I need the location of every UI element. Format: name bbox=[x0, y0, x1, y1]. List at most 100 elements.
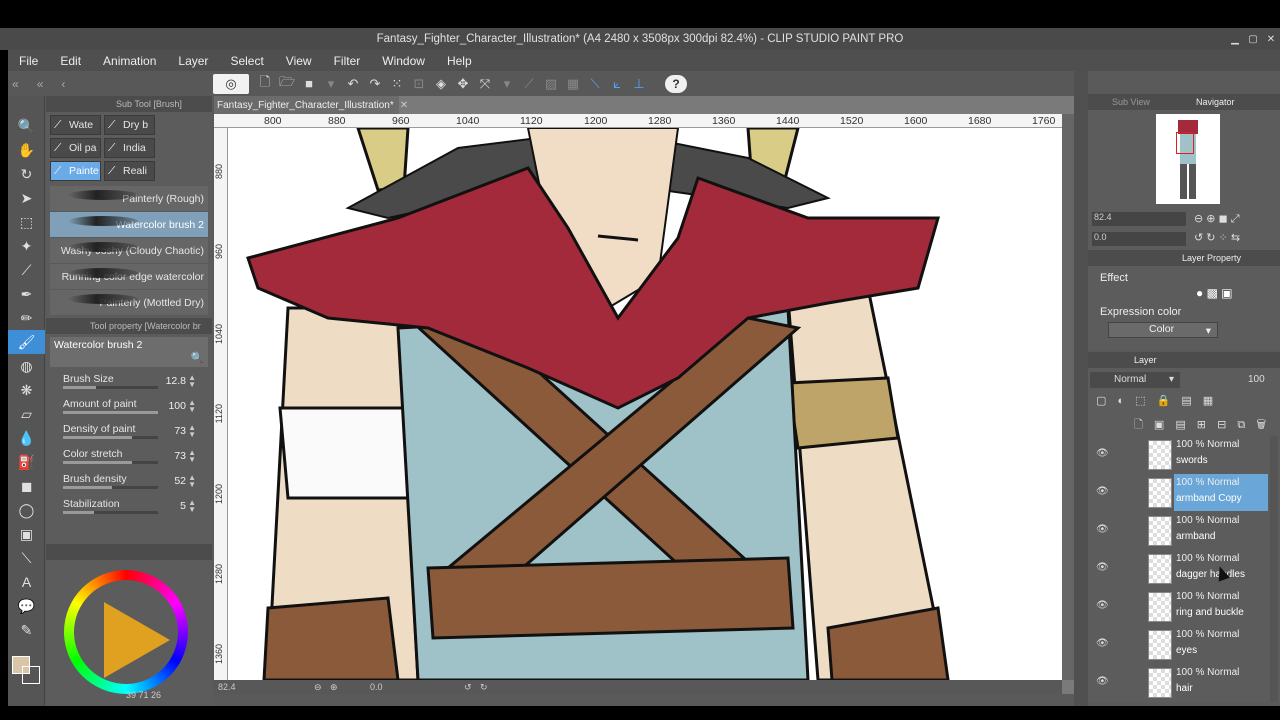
layer-list-scrollbar[interactable] bbox=[1270, 436, 1278, 702]
layer-row[interactable]: 👁 100 % Normal eyes bbox=[1096, 626, 1268, 664]
snap-special-ruler-icon[interactable]: ⟀ bbox=[607, 74, 627, 94]
menu-window[interactable]: Window bbox=[371, 54, 436, 68]
canvas-vertical-scrollbar[interactable] bbox=[1062, 114, 1074, 680]
layer-lock-toolbar[interactable]: ▢ ◐ ⬚ 🔒 ▤ ▦ bbox=[1096, 394, 1217, 407]
sub-color-swatch[interactable] bbox=[22, 666, 40, 684]
brush-tab-india[interactable]: ⟋ India bbox=[104, 138, 155, 158]
brush-tab-realistic[interactable]: ⟋ Reali bbox=[104, 161, 155, 181]
blend-tool-icon[interactable]: 💧 bbox=[8, 426, 45, 450]
brush-tool-icon[interactable]: 🖌 bbox=[8, 330, 45, 354]
navigator-zoom-buttons[interactable]: ⊖ ⊕ ◼ ⤢ bbox=[1194, 212, 1240, 226]
move-tool-icon[interactable]: ✋ bbox=[8, 138, 45, 162]
color-triangle[interactable] bbox=[104, 602, 170, 678]
airbrush-tool-icon[interactable]: ◍ bbox=[8, 354, 45, 378]
selection-tool-icon[interactable]: ⬚ bbox=[8, 210, 45, 234]
close-tab-icon[interactable]: ✕ bbox=[400, 100, 408, 111]
eye-icon[interactable]: 👁 bbox=[1096, 676, 1110, 687]
brush-tab-painterly[interactable]: ⟋ Painte bbox=[50, 161, 101, 181]
property-slider[interactable] bbox=[63, 486, 158, 489]
navigator-thumbnail[interactable] bbox=[1156, 114, 1220, 204]
property-value[interactable]: 12.8 bbox=[166, 375, 186, 387]
property-slider[interactable] bbox=[63, 411, 158, 414]
correct-line-tool-icon[interactable]: ✎ bbox=[8, 618, 45, 642]
tool-property-row[interactable]: Color stretch 73 ▲ ▼ bbox=[46, 445, 212, 470]
undo-icon[interactable]: ↶ bbox=[343, 74, 363, 94]
color-wheel[interactable] bbox=[64, 570, 188, 694]
tool-property-row[interactable]: Amount of paint 100 ▲ ▼ bbox=[46, 395, 212, 420]
property-value[interactable]: 5 bbox=[180, 500, 186, 512]
dropdown-icon-2[interactable]: ▾ bbox=[497, 74, 517, 94]
figure-tool-icon[interactable]: ◯ bbox=[8, 498, 45, 522]
tab-sub-view[interactable]: Sub View bbox=[1112, 97, 1150, 107]
search-icon[interactable]: 🔍 bbox=[191, 351, 204, 364]
spin-arrows-icon[interactable]: ▲ ▼ bbox=[188, 499, 196, 514]
snap-ruler-icon[interactable]: ⟍ bbox=[585, 74, 605, 94]
zoom-in-icon[interactable]: ⊕ bbox=[330, 682, 338, 693]
minimize-icon[interactable]: ▁ bbox=[1226, 28, 1244, 50]
crop-icon[interactable]: ⊡ bbox=[409, 74, 429, 94]
property-slider[interactable] bbox=[63, 511, 158, 514]
layer-actions-toolbar[interactable]: 🗋 ▣ ▤ ⊞ ⊟ ⧉ 🗑 bbox=[1134, 416, 1270, 435]
rotate-left-icon[interactable]: ↺ bbox=[464, 682, 472, 693]
property-value[interactable]: 73 bbox=[174, 450, 186, 462]
arrow-left-icon[interactable]: ‹ bbox=[61, 77, 65, 91]
property-slider[interactable] bbox=[63, 436, 158, 439]
auto-select-tool-icon[interactable]: ✦ bbox=[8, 234, 45, 258]
property-value[interactable]: 52 bbox=[174, 475, 186, 487]
brush-item[interactable]: Running color edge watercolor bbox=[50, 264, 208, 290]
zoom-out-icon[interactable]: ⊖ bbox=[314, 682, 322, 693]
gradient-tool-icon[interactable]: ◼ bbox=[8, 474, 45, 498]
snap-grid-icon[interactable]: ⊥ bbox=[629, 74, 649, 94]
tool-property-row[interactable]: Stabilization 5 ▲ ▼ bbox=[46, 495, 212, 520]
effect-buttons[interactable]: ● ▩ ▣ bbox=[1196, 286, 1233, 300]
layer-row[interactable]: 👁 100 % Normal hair bbox=[1096, 664, 1268, 702]
navigator-view-rect[interactable] bbox=[1176, 132, 1194, 154]
open-file-icon[interactable]: 🗁 bbox=[277, 74, 297, 94]
brush-tab-watercolor[interactable]: ⟋ Wate bbox=[50, 115, 101, 135]
eye-icon[interactable]: 👁 bbox=[1096, 448, 1110, 459]
tool-property-row[interactable]: Density of paint 73 ▲ ▼ bbox=[46, 420, 212, 445]
object-tool-icon[interactable]: ➤ bbox=[8, 186, 45, 210]
spin-arrows-icon[interactable]: ▲ ▼ bbox=[188, 374, 196, 389]
tool-property-row[interactable]: Brush Size 12.8 ▲ ▼ bbox=[46, 370, 212, 395]
spin-arrows-icon[interactable]: ▲ ▼ bbox=[188, 399, 196, 414]
disabled-tool-icon-2[interactable]: ▨ bbox=[541, 74, 561, 94]
brush-item[interactable]: Watercolor brush 2 bbox=[50, 212, 208, 238]
eye-icon[interactable]: 👁 bbox=[1096, 486, 1110, 497]
layer-row[interactable]: 👁 100 % Normal armband Copy bbox=[1096, 474, 1268, 512]
eye-icon[interactable]: 👁 bbox=[1096, 562, 1110, 573]
canvas-zoom-value[interactable]: 82.4 bbox=[218, 682, 236, 692]
eye-icon[interactable]: 👁 bbox=[1096, 524, 1110, 535]
menu-select[interactable]: Select bbox=[219, 54, 274, 68]
property-slider[interactable] bbox=[63, 461, 158, 464]
rotate-right-icon[interactable]: ↻ bbox=[480, 682, 488, 693]
brush-item[interactable]: Painterly (Mottled Dry) bbox=[50, 290, 208, 316]
navigator-zoom-slider[interactable]: 82.4 bbox=[1092, 212, 1186, 226]
tab-navigator[interactable]: Navigator bbox=[1196, 97, 1235, 107]
canvas-angle-value[interactable]: 0.0 bbox=[370, 682, 383, 692]
disabled-tool-icon[interactable]: ⟋ bbox=[519, 74, 539, 94]
menu-file[interactable]: File bbox=[8, 54, 49, 68]
save-icon[interactable]: ■ bbox=[299, 74, 319, 94]
dropdown-icon[interactable]: ▾ bbox=[321, 74, 341, 94]
menu-layer[interactable]: Layer bbox=[167, 54, 219, 68]
pencil-tool-icon[interactable]: ✏ bbox=[8, 306, 45, 330]
property-value[interactable]: 73 bbox=[174, 425, 186, 437]
fill-tool-icon[interactable]: ⛽ bbox=[8, 450, 45, 474]
redo-icon[interactable]: ↷ bbox=[365, 74, 385, 94]
tool-property-row[interactable]: Brush density 52 ▲ ▼ bbox=[46, 470, 212, 495]
scale-icon[interactable]: ⤧ bbox=[475, 74, 495, 94]
menu-help[interactable]: Help bbox=[436, 54, 483, 68]
tab-layer[interactable]: Layer bbox=[1134, 355, 1157, 365]
ruler-tool-icon[interactable]: ⟍ bbox=[8, 546, 45, 570]
property-slider[interactable] bbox=[63, 386, 158, 389]
navigator-rotate-buttons[interactable]: ↺ ↻ ⁘ ⇆ bbox=[1194, 231, 1240, 244]
decoration-tool-icon[interactable]: ❋ bbox=[8, 378, 45, 402]
spin-arrows-icon[interactable]: ▲ ▼ bbox=[188, 474, 196, 489]
frame-tool-icon[interactable]: ▣ bbox=[8, 522, 45, 546]
new-file-icon[interactable]: 🗋 bbox=[255, 74, 275, 94]
brush-item[interactable]: Washy Joshy (Cloudy Chaotic) bbox=[50, 238, 208, 264]
rotate-tool-icon[interactable]: ↻ bbox=[8, 162, 45, 186]
layer-row[interactable]: 👁 100 % Normal armband bbox=[1096, 512, 1268, 550]
pen-tool-icon[interactable]: ✒ bbox=[8, 282, 45, 306]
